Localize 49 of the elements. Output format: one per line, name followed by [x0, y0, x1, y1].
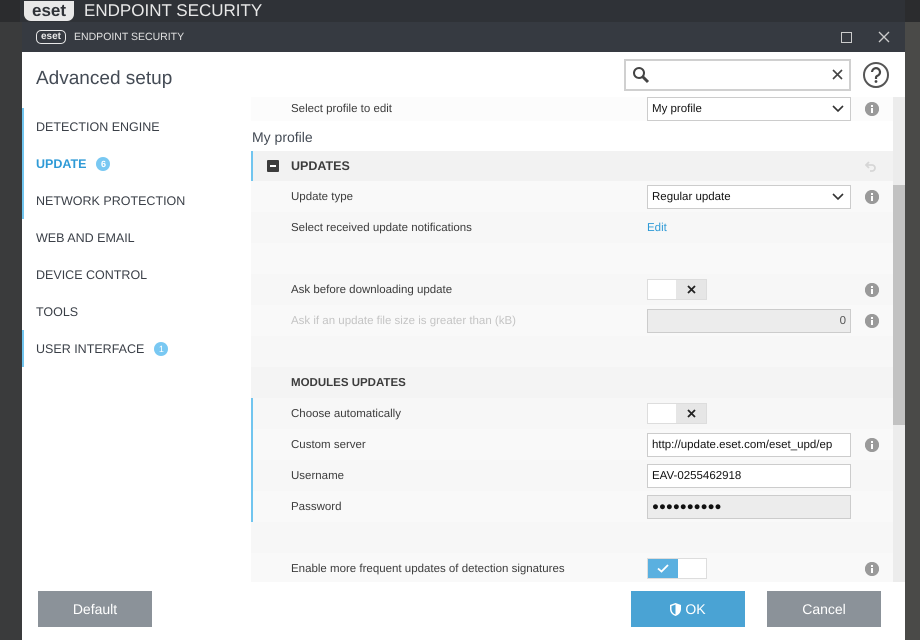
setting-label: Custom server	[291, 438, 367, 450]
password-field[interactable]: ●●●●●●●●●●	[647, 494, 851, 518]
chevron-icon	[832, 192, 844, 200]
info-icon[interactable]	[865, 562, 879, 576]
scrollbar[interactable]	[893, 97, 905, 582]
setting-label: Select profile to edit	[291, 103, 394, 115]
setting-label: Choose automatically	[291, 408, 402, 420]
sidebar-item[interactable]: DEVICE CONTROL	[22, 256, 251, 293]
window-title: ENDPOINT SECURITY	[74, 31, 186, 43]
app-title: ENDPOINT SECURITY	[84, 1, 262, 21]
info-icon[interactable]	[865, 282, 879, 296]
section-header[interactable]: UPDATES	[251, 151, 893, 181]
logo: eset	[24, 1, 74, 21]
maximize-button[interactable]	[839, 30, 853, 44]
setting-label: Update type	[291, 190, 354, 202]
info-icon[interactable]	[865, 438, 879, 452]
close-button[interactable]	[877, 30, 891, 44]
search-field[interactable]	[624, 58, 851, 90]
collapse-icon[interactable]	[267, 160, 279, 172]
search-icon	[632, 66, 650, 84]
toggle-switch[interactable]	[647, 279, 707, 300]
setting-label: Ask before downloading update	[291, 284, 454, 296]
page-heading: Advanced setup	[36, 68, 174, 90]
cross-icon	[686, 409, 696, 418]
setting-label: Enable more frequent updates of detection signatures	[291, 562, 566, 574]
info-icon[interactable]	[865, 102, 879, 116]
logo: eset	[36, 30, 66, 44]
sidebar-item[interactable]: WEB AND EMAIL	[22, 219, 251, 256]
profile-title: My profile	[251, 121, 893, 151]
text-field[interactable]: http://update.eset.com/eset_upd/ep	[647, 432, 851, 456]
profile-dropdown[interactable]: My profile	[647, 97, 851, 121]
dropdown[interactable]: Regular update	[647, 184, 851, 208]
setting-label: Password	[291, 500, 342, 512]
info-icon[interactable]	[865, 190, 879, 204]
help-icon[interactable]	[863, 62, 889, 88]
cross-icon	[686, 285, 696, 294]
sidebar-item[interactable]: TOOLS	[22, 293, 251, 330]
toggle-switch[interactable]	[647, 558, 707, 579]
clear-icon[interactable]	[832, 69, 843, 80]
setting-label: Username	[291, 470, 346, 482]
count-badge: 1	[154, 342, 168, 356]
toggle-switch[interactable]	[647, 403, 707, 424]
check-icon	[657, 564, 669, 573]
text-field[interactable]: EAV-0255462918	[647, 464, 851, 488]
count-badge: 6	[96, 156, 110, 170]
chevron-icon	[832, 105, 844, 113]
setting-label: Select received update notifications	[291, 222, 473, 234]
subsection-heading: MODULES UPDATES	[291, 376, 407, 388]
shield-icon	[670, 602, 682, 616]
